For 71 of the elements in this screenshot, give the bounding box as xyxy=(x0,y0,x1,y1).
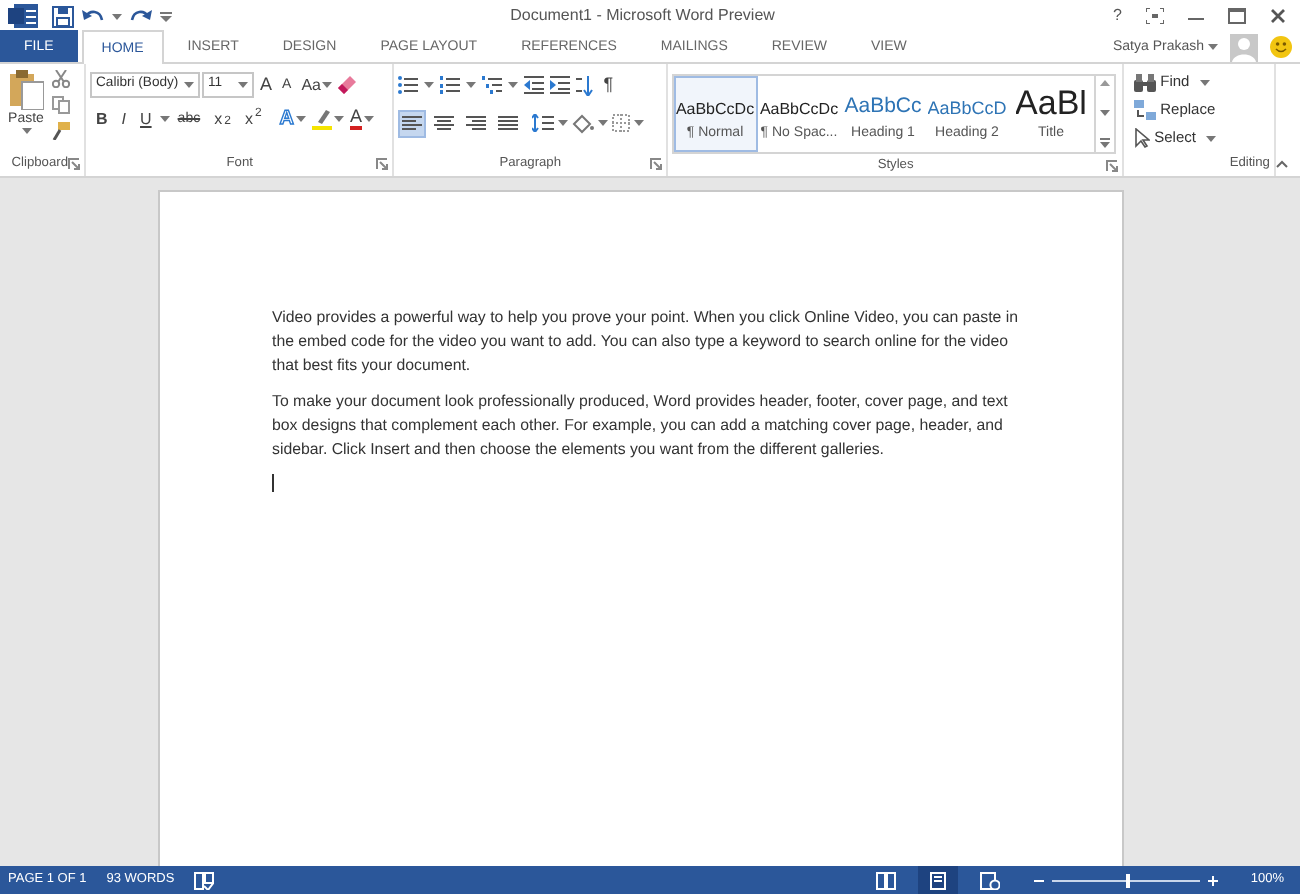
italic-button[interactable]: I xyxy=(115,105,133,133)
underline-button[interactable]: U xyxy=(134,105,158,133)
scroll-down-icon[interactable] xyxy=(1099,109,1109,115)
align-left-button[interactable] xyxy=(397,109,426,137)
caret-icon[interactable] xyxy=(423,82,434,88)
caret-icon[interactable] xyxy=(184,82,194,88)
grow-font-button[interactable]: A xyxy=(256,71,277,99)
caret-icon[interactable] xyxy=(322,82,333,88)
caret-icon[interactable] xyxy=(633,120,644,126)
change-case-button[interactable]: Aa xyxy=(297,71,337,99)
caret-icon[interactable] xyxy=(159,116,170,122)
increase-indent-icon[interactable] xyxy=(549,76,570,94)
launcher-icon[interactable] xyxy=(375,158,388,170)
caret-icon[interactable] xyxy=(557,120,568,126)
zoom-slider-thumb[interactable] xyxy=(1126,873,1131,887)
text-cursor xyxy=(272,474,274,492)
caret-icon[interactable] xyxy=(1208,44,1218,50)
caret-icon[interactable] xyxy=(507,82,518,88)
sort-icon[interactable] xyxy=(575,75,594,95)
caret-icon[interactable] xyxy=(465,82,476,88)
collapse-ribbon-icon[interactable] xyxy=(1275,160,1288,168)
launcher-icon[interactable] xyxy=(649,158,661,170)
print-layout-icon xyxy=(928,871,949,889)
caret-icon[interactable] xyxy=(21,128,31,134)
app-icon[interactable] xyxy=(8,4,40,28)
proofing-icon[interactable] xyxy=(194,871,215,889)
undo-icon[interactable] xyxy=(82,7,104,25)
launcher-icon[interactable] xyxy=(1106,159,1119,171)
superscript-button[interactable]: x$^{2}$ xyxy=(238,105,268,133)
read-mode-icon xyxy=(876,871,897,889)
caret-icon[interactable] xyxy=(364,116,375,122)
caret-icon[interactable] xyxy=(238,82,248,88)
clear-formatting-icon[interactable] xyxy=(338,76,359,94)
help-button[interactable]: ? xyxy=(1113,8,1122,24)
print-layout-button[interactable] xyxy=(918,866,959,894)
maximize-icon[interactable] xyxy=(1228,8,1246,24)
show-formatting-button[interactable]: ¶ xyxy=(599,71,618,99)
caret-icon[interactable] xyxy=(112,13,122,19)
replace-icon xyxy=(1134,100,1157,120)
redo-icon[interactable] xyxy=(130,7,152,25)
binoculars-icon xyxy=(1134,73,1157,91)
borders-icon[interactable] xyxy=(611,114,630,132)
clipboard-icon[interactable] xyxy=(8,70,44,110)
font-color-button[interactable]: A xyxy=(346,105,379,133)
ribbon-options-icon[interactable] xyxy=(1146,8,1164,24)
window-title: Document1 - Microsoft Word Preview xyxy=(508,6,777,26)
web-layout-icon xyxy=(980,871,1001,889)
copy-icon[interactable] xyxy=(52,96,70,114)
caret-icon[interactable] xyxy=(296,116,307,122)
smiley-icon[interactable] xyxy=(1270,36,1292,58)
save-icon[interactable] xyxy=(52,5,74,27)
cursor-icon xyxy=(1134,128,1151,148)
decrease-indent-icon[interactable] xyxy=(523,76,544,94)
shading-icon[interactable] xyxy=(571,113,594,133)
highlighter-icon[interactable] xyxy=(312,109,333,129)
line-spacing-icon[interactable] xyxy=(531,114,554,132)
bold-button[interactable]: B xyxy=(90,105,114,133)
customize-icon[interactable] xyxy=(160,11,172,21)
close-icon[interactable] xyxy=(1270,8,1286,24)
subscript-button[interactable]: x$_{2}$ xyxy=(208,105,237,133)
bullets-icon[interactable] xyxy=(397,76,418,94)
format-painter-icon[interactable] xyxy=(52,122,70,140)
more-icon[interactable] xyxy=(1099,138,1109,148)
multilevel-list-icon[interactable] xyxy=(481,76,502,94)
numbering-icon[interactable] xyxy=(439,76,460,94)
scroll-up-icon[interactable] xyxy=(1099,80,1109,86)
zoom-in-icon[interactable] xyxy=(1208,875,1219,885)
scissors-icon[interactable] xyxy=(52,70,70,88)
launcher-icon[interactable] xyxy=(68,158,80,170)
caret-icon[interactable] xyxy=(334,116,345,122)
caret-icon[interactable] xyxy=(597,120,608,126)
